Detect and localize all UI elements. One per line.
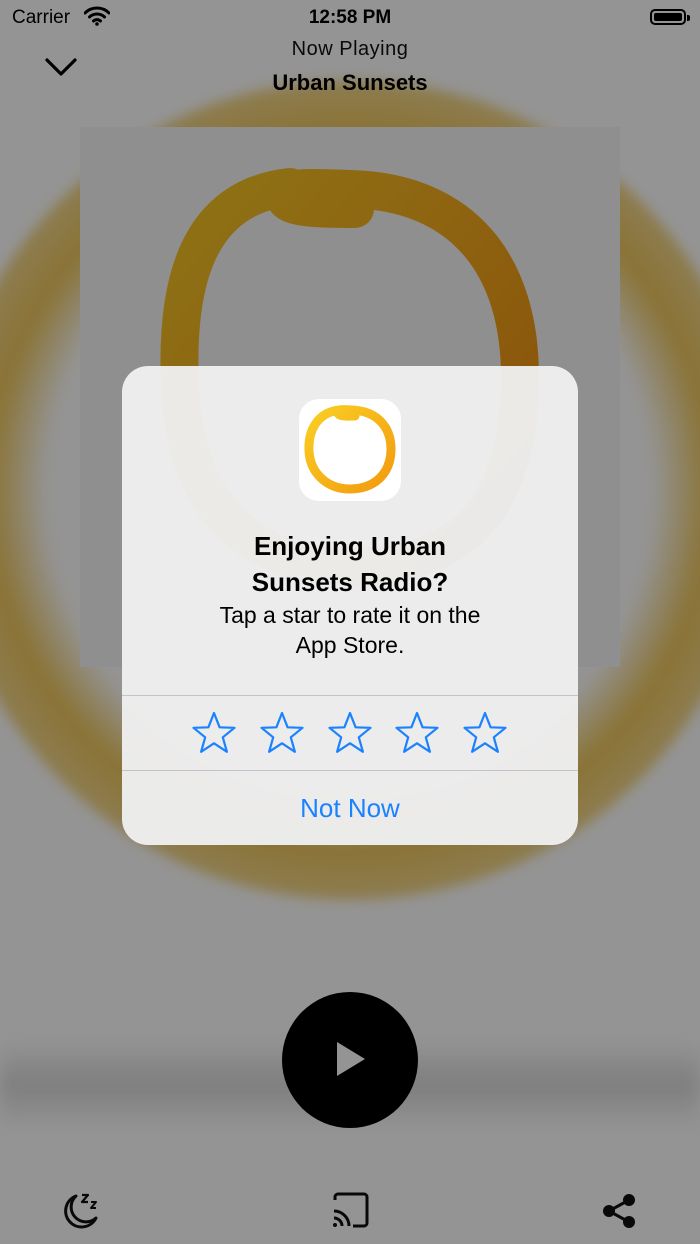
star-rating xyxy=(122,696,578,771)
alert-title-line: Sunsets Radio? xyxy=(251,567,449,597)
app-icon xyxy=(299,399,401,501)
not-now-button[interactable]: Not Now xyxy=(122,771,578,845)
star-icon[interactable] xyxy=(326,710,374,754)
now-playing-screen: Carrier 12:58 PM Now Playing Urban Sunse… xyxy=(0,0,700,1244)
app-logo xyxy=(304,405,396,494)
star-icon[interactable] xyxy=(258,710,306,754)
star-icon[interactable] xyxy=(393,710,441,754)
star-icon[interactable] xyxy=(461,710,509,754)
alert-message: Tap a star to rate it on the App Store. xyxy=(142,600,558,660)
alert-message-line: App Store. xyxy=(295,632,405,658)
rating-alert: Enjoying Urban Sunsets Radio? Tap a star… xyxy=(122,366,578,845)
alert-title: Enjoying Urban Sunsets Radio? xyxy=(142,528,558,600)
star-icon[interactable] xyxy=(190,710,238,754)
alert-title-line: Enjoying Urban xyxy=(253,531,447,561)
alert-message-line: Tap a star to rate it on the xyxy=(219,602,481,628)
